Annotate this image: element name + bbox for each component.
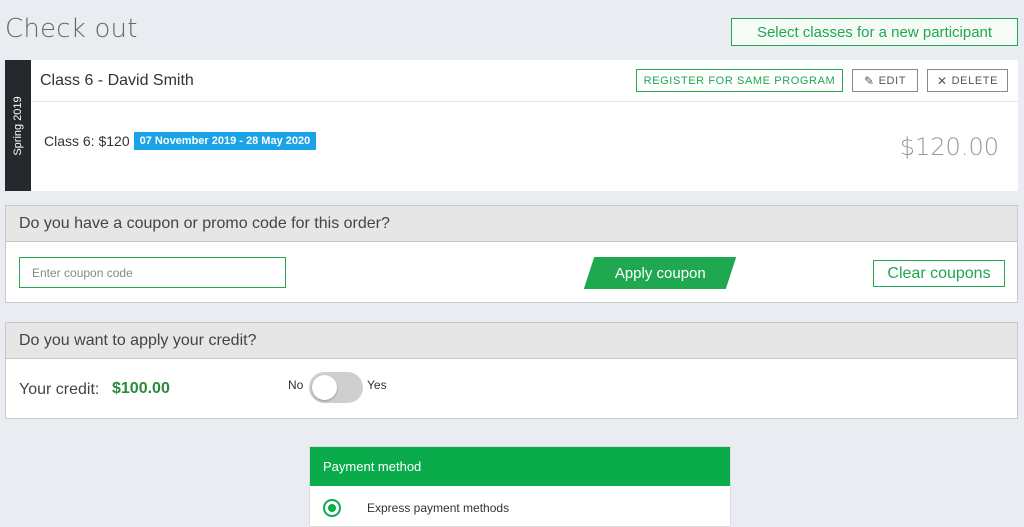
class-line-label: Class 6: $120 — [44, 133, 130, 149]
edit-button[interactable]: ✎ EDIT — [852, 69, 918, 92]
radio-dot — [328, 504, 336, 512]
new-participant-button[interactable]: Select classes for a new participant — [731, 18, 1018, 46]
delete-label: DELETE — [951, 74, 999, 87]
card-divider — [31, 101, 1018, 102]
payment-heading: Payment method — [310, 447, 730, 486]
register-label: REGISTER FOR SAME PROGRAM — [643, 74, 836, 87]
coupon-input[interactable] — [19, 257, 286, 288]
apply-coupon-button[interactable]: Apply coupon — [583, 257, 737, 289]
close-icon: ✕ — [936, 73, 948, 88]
credit-toggle[interactable] — [309, 372, 363, 403]
term-label: Spring 2019 — [12, 95, 24, 156]
toggle-no-label: No — [288, 378, 304, 392]
class-line: Class 6: $120 07 November 2019 - 28 May … — [44, 132, 317, 150]
coupon-heading: Do you have a coupon or promo code for t… — [6, 206, 1017, 242]
apply-coupon-label: Apply coupon — [614, 264, 706, 282]
edit-label: EDIT — [878, 74, 907, 87]
credit-amount: $100.00 — [112, 380, 170, 397]
date-badge: 07 November 2019 - 28 May 2020 — [133, 132, 317, 150]
coupon-panel: Do you have a coupon or promo code for t… — [5, 205, 1018, 303]
radio-selected-icon[interactable] — [323, 499, 341, 517]
delete-button[interactable]: ✕ DELETE — [927, 69, 1008, 92]
term-strip: Spring 2019 — [5, 60, 31, 191]
credit-panel: Do you want to apply your credit? Your c… — [5, 322, 1018, 419]
toggle-yes-label: Yes — [367, 378, 387, 392]
class-title: Class 6 - David Smith — [40, 72, 194, 89]
clear-coupons-button[interactable]: Clear coupons — [873, 260, 1005, 287]
page-title: Check out — [5, 14, 138, 44]
class-card: Spring 2019 Class 6 - David Smith REGIST… — [5, 60, 1018, 191]
register-same-program-button[interactable]: REGISTER FOR SAME PROGRAM — [636, 69, 843, 92]
toggle-knob — [312, 375, 337, 400]
credit-heading: Do you want to apply your credit? — [6, 323, 1017, 359]
payment-panel: Payment method Express payment methods — [309, 446, 731, 527]
pencil-icon: ✎ — [863, 73, 875, 88]
payment-option-express[interactable]: Express payment methods — [323, 499, 509, 517]
credit-label: Your credit: — [19, 381, 100, 398]
class-price: $120.00 — [899, 133, 999, 161]
payment-option-label: Express payment methods — [367, 501, 510, 515]
